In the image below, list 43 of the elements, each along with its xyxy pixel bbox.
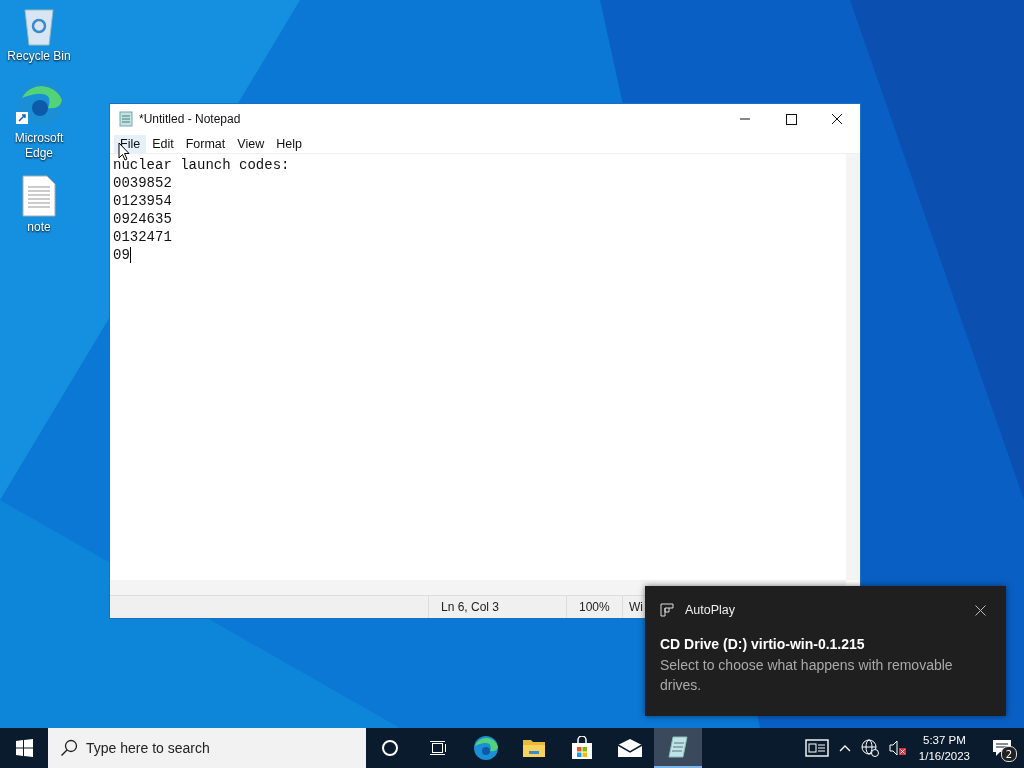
globe-icon[interactable]	[860, 739, 879, 757]
task-view-icon	[429, 739, 447, 757]
text-file-icon[interactable]	[22, 175, 56, 217]
muted-speaker-icon[interactable]	[888, 740, 907, 756]
mail-icon	[617, 738, 643, 758]
notepad-icon	[118, 111, 134, 127]
notepad-icon	[667, 735, 689, 759]
news-icon[interactable]	[804, 739, 829, 757]
notification-count-badge: 2	[1001, 746, 1017, 762]
autoplay-notification[interactable]: AutoPlay CD Drive (D:) virtio-win-0.1.215 Select to choose what happens with removable drives.	[645, 586, 1006, 716]
text-line: 0123954	[113, 192, 173, 210]
text-area[interactable]: nuclear launch codes: 0039852 0123954 0924635 0132471 09	[110, 154, 846, 580]
notification-title: CD Drive (D:) virtio-win-0.1.215	[660, 636, 866, 652]
search-icon	[60, 739, 78, 757]
text-line: 0039852	[113, 174, 173, 192]
status-text: Wi	[622, 596, 643, 618]
notification-text: Select to choose what happens with removable drives.	[660, 656, 954, 695]
chevron-up-icon[interactable]	[838, 744, 851, 752]
text-line: 0132471	[113, 228, 173, 246]
edge-icon	[473, 735, 499, 761]
circle-icon	[381, 739, 399, 757]
notification-app-name: AutoPlay	[685, 603, 737, 617]
close-icon[interactable]	[975, 604, 986, 616]
clock-date[interactable]: 1/16/2023	[918, 748, 970, 764]
text-line: 09	[113, 246, 132, 264]
menu-item[interactable]: Help	[270, 134, 308, 153]
status-text: Ln 6, Col 3	[428, 596, 566, 618]
menu-item[interactable]: Edit	[146, 134, 180, 153]
folder-icon	[522, 738, 546, 758]
autoplay-icon	[660, 603, 674, 617]
menu-item[interactable]: File	[114, 134, 147, 153]
search-field[interactable]: Type here to search	[48, 728, 366, 768]
menu-item[interactable]: View	[231, 134, 271, 153]
menu-item[interactable]: Format	[179, 134, 232, 153]
window-title: *Untitled - Notepad	[139, 112, 242, 126]
vertical-scrollbar[interactable]	[846, 154, 860, 580]
edge-shortcut-icon[interactable]	[14, 78, 64, 128]
taskbar-button[interactable]	[654, 728, 702, 768]
text-line: 0924635	[113, 210, 173, 228]
clock-time[interactable]: 5:37 PM	[923, 732, 966, 748]
status-text: 100%	[566, 596, 622, 618]
text-line: nuclear launch codes:	[113, 156, 291, 174]
store-bag-icon	[571, 736, 593, 760]
